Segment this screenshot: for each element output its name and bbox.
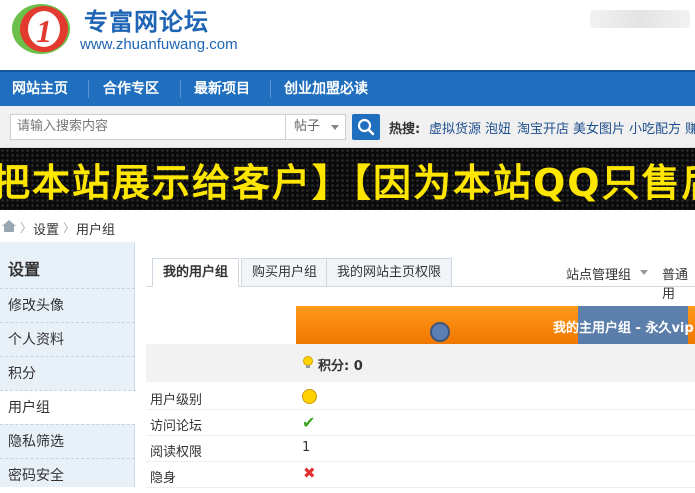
permission-label: 访问论坛 (150, 419, 203, 434)
sidebar-item-usergroup[interactable]: 用户组 (0, 390, 136, 424)
site-header: 1 专富网论坛 www.zhuanfuwang.com (0, 0, 695, 70)
search-type-select[interactable]: 帖子 (286, 114, 346, 140)
chevron-down-icon (331, 125, 339, 130)
search-bar: 请输入搜索内容 帖子 热搜: 虚拟货源 泡妞 淘宝开店 美女图片 小吃配方 赚 (0, 106, 695, 148)
site-url[interactable]: www.zhuanfuwang.com (80, 36, 238, 53)
breadcrumb-usergroup[interactable]: 用户组 (76, 219, 115, 238)
sidebar-item-points[interactable]: 积分 (0, 356, 135, 390)
check-icon: ✔ (302, 413, 316, 432)
site-admin-group-link[interactable]: 站点管理组 (566, 264, 631, 283)
smiley-icon (302, 389, 317, 404)
tab-my-usergroup[interactable]: 我的用户组 (152, 258, 240, 287)
svg-text:1: 1 (36, 13, 52, 49)
breadcrumb: 〉 设置 〉 用户组 (0, 210, 695, 242)
sidebar-item-avatar[interactable]: 修改头像 (0, 288, 135, 322)
scrolling-notice-text: 把本站展示给客户】【因为本站QQ只售后 (0, 161, 695, 205)
nav-item-home[interactable]: 网站主页 (0, 72, 80, 106)
permission-label: 用户级别 (150, 393, 203, 408)
permission-label: 阅读权限 (150, 445, 203, 460)
nav-divider (88, 80, 89, 98)
nav-divider (180, 80, 181, 98)
nav-divider (270, 80, 271, 98)
search-icon (357, 118, 375, 136)
user-info-blurred (590, 10, 690, 28)
hot-search-label: 热搜: (389, 122, 421, 137)
search-input[interactable]: 请输入搜索内容 (10, 114, 286, 140)
sidebar-title: 设置 (8, 260, 41, 279)
lightbulb-icon (303, 356, 313, 368)
tab-buy-usergroup[interactable]: 购买用户组 (241, 258, 329, 287)
search-button[interactable] (352, 114, 380, 140)
cursor-indicator (430, 322, 450, 342)
breadcrumb-settings[interactable]: 设置 (33, 219, 59, 238)
permission-row: 隐身 ✖ (146, 462, 695, 488)
settings-sidebar: 设置 修改头像 个人资料 积分 用户组 隐私筛选 密码安全 (0, 242, 136, 487)
hot-link[interactable]: 泡妞 (485, 118, 511, 137)
search-type-label: 帖子 (294, 119, 321, 134)
points-value: 积分: 0 (318, 359, 363, 374)
points-row: 积分: 0 (146, 344, 695, 382)
main-nav: 网站主页 合作专区 最新项目 创业加盟必读 (0, 70, 695, 106)
permission-row: 访问论坛 ✔ (146, 410, 695, 436)
nav-item-cooperation[interactable]: 合作专区 (91, 72, 171, 106)
group-banner-text: 我的主用户组 - 永久vip (553, 321, 694, 336)
normal-user-group-link[interactable]: 普通用 (662, 264, 695, 302)
permission-row: 阅读权限 1 (146, 436, 695, 462)
permission-label: 隐身 (150, 471, 177, 486)
chevron-right-icon: 〉 (63, 221, 76, 235)
site-name[interactable]: 专富网论坛 (84, 2, 209, 37)
tab-homepage-permissions[interactable]: 我的网站主页权限 (326, 258, 453, 287)
chevron-down-icon[interactable] (640, 270, 648, 275)
site-logo-icon[interactable]: 1 (10, 2, 72, 56)
main-content: 我的用户组 购买用户组 我的网站主页权限 站点管理组 普通用 我的主用户组 - … (136, 242, 695, 488)
hot-link[interactable]: 赚 (685, 118, 695, 137)
hot-link[interactable]: 小吃配方 (629, 118, 681, 137)
sidebar-item-privacy[interactable]: 隐私筛选 (0, 424, 135, 458)
hot-link[interactable]: 虚拟货源 (429, 118, 481, 137)
permission-value: 1 (302, 440, 311, 455)
group-banner: 我的主用户组 - 永久vip (296, 306, 695, 344)
home-icon[interactable] (2, 220, 16, 232)
scrolling-notice-banner: 把本站展示给客户】【因为本站QQ只售后 (0, 148, 695, 210)
nav-item-latest-projects[interactable]: 最新项目 (182, 72, 262, 106)
cross-icon: ✖ (303, 464, 316, 482)
nav-item-franchise-guide[interactable]: 创业加盟必读 (272, 72, 380, 106)
hot-link[interactable]: 美女图片 (573, 118, 625, 137)
permission-row: 用户级别 (146, 384, 695, 410)
sidebar-item-profile[interactable]: 个人资料 (0, 322, 135, 356)
hot-link[interactable]: 淘宝开店 (517, 118, 569, 137)
chevron-right-icon: 〉 (20, 221, 33, 235)
